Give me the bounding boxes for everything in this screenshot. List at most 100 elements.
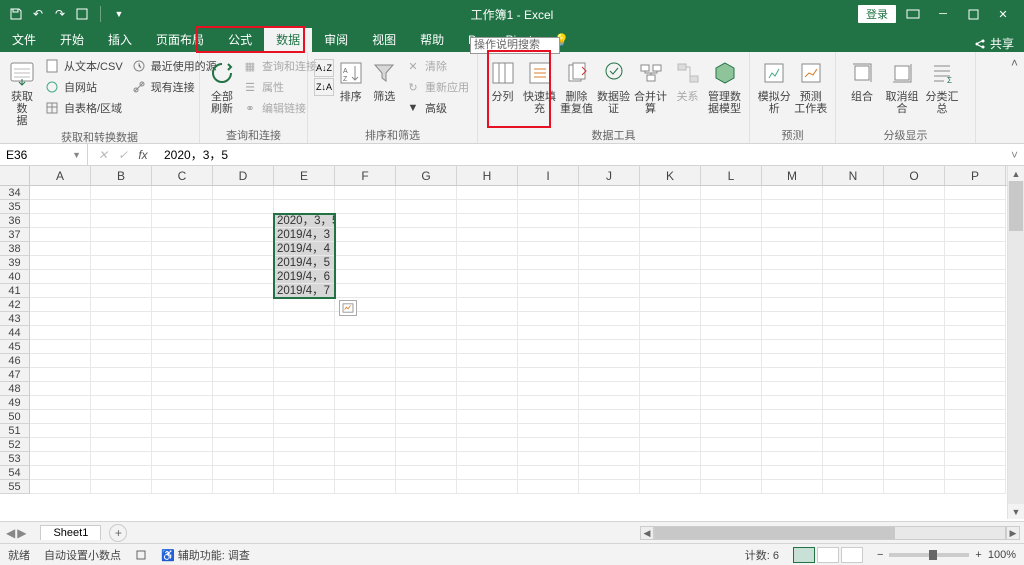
cell[interactable] bbox=[91, 438, 152, 452]
cell[interactable] bbox=[30, 284, 91, 298]
cell[interactable] bbox=[884, 438, 945, 452]
cell[interactable] bbox=[518, 354, 579, 368]
cell[interactable] bbox=[518, 410, 579, 424]
cell[interactable] bbox=[396, 186, 457, 200]
search-overlay[interactable]: 操作说明搜索 bbox=[470, 37, 560, 54]
cell[interactable] bbox=[823, 368, 884, 382]
cell[interactable] bbox=[457, 326, 518, 340]
cell[interactable] bbox=[213, 256, 274, 270]
cell[interactable] bbox=[152, 186, 213, 200]
cell[interactable] bbox=[518, 270, 579, 284]
cell[interactable] bbox=[274, 200, 335, 214]
cell[interactable] bbox=[457, 424, 518, 438]
cell[interactable] bbox=[91, 186, 152, 200]
cell-E36[interactable]: 2020，3，5 bbox=[274, 214, 335, 228]
cell[interactable] bbox=[762, 466, 823, 480]
cell[interactable] bbox=[335, 382, 396, 396]
data-validation-button[interactable]: 数据验 证 bbox=[595, 55, 632, 115]
cell[interactable] bbox=[152, 466, 213, 480]
cell[interactable] bbox=[152, 452, 213, 466]
record-macro-icon[interactable] bbox=[135, 549, 147, 561]
cell[interactable] bbox=[91, 284, 152, 298]
cell[interactable] bbox=[213, 270, 274, 284]
cell[interactable] bbox=[30, 466, 91, 480]
column-header[interactable]: J bbox=[579, 166, 640, 185]
cell[interactable] bbox=[152, 354, 213, 368]
cell-E37[interactable]: 2019/4，3 bbox=[274, 228, 335, 242]
cell[interactable] bbox=[152, 480, 213, 494]
cell[interactable] bbox=[457, 368, 518, 382]
cell[interactable] bbox=[884, 452, 945, 466]
cell[interactable] bbox=[762, 438, 823, 452]
cell[interactable] bbox=[701, 410, 762, 424]
cell[interactable] bbox=[274, 452, 335, 466]
cell[interactable] bbox=[823, 200, 884, 214]
scroll-right-icon[interactable]: ▶ bbox=[1006, 526, 1020, 540]
row-header[interactable]: 43 bbox=[0, 312, 30, 326]
cell[interactable] bbox=[884, 200, 945, 214]
cell[interactable] bbox=[701, 228, 762, 242]
cell[interactable] bbox=[457, 284, 518, 298]
cell[interactable] bbox=[579, 466, 640, 480]
cell[interactable] bbox=[762, 396, 823, 410]
cell[interactable] bbox=[457, 214, 518, 228]
cell[interactable] bbox=[335, 466, 396, 480]
from-web-button[interactable]: 自网站 bbox=[42, 78, 125, 96]
cell[interactable] bbox=[30, 480, 91, 494]
cell[interactable] bbox=[152, 270, 213, 284]
cell[interactable] bbox=[457, 270, 518, 284]
cell[interactable] bbox=[579, 452, 640, 466]
column-header[interactable]: C bbox=[152, 166, 213, 185]
cell[interactable] bbox=[762, 424, 823, 438]
cell[interactable] bbox=[396, 480, 457, 494]
cell[interactable] bbox=[274, 186, 335, 200]
cell[interactable] bbox=[518, 228, 579, 242]
cell[interactable] bbox=[396, 312, 457, 326]
cell[interactable] bbox=[640, 312, 701, 326]
get-data-button[interactable]: 获取数 据 bbox=[6, 55, 38, 127]
cell[interactable] bbox=[518, 284, 579, 298]
row-header[interactable]: 38 bbox=[0, 242, 30, 256]
cell[interactable] bbox=[518, 312, 579, 326]
cell[interactable] bbox=[274, 382, 335, 396]
cell[interactable] bbox=[396, 466, 457, 480]
cell[interactable] bbox=[762, 242, 823, 256]
cell[interactable] bbox=[823, 382, 884, 396]
subtotal-button[interactable]: Σ分类汇总 bbox=[922, 55, 962, 115]
cell[interactable] bbox=[945, 354, 1006, 368]
cell[interactable] bbox=[823, 186, 884, 200]
cell[interactable] bbox=[335, 284, 396, 298]
cell[interactable] bbox=[884, 186, 945, 200]
text-to-columns-button[interactable]: 分列 bbox=[484, 55, 521, 103]
cell[interactable] bbox=[823, 340, 884, 354]
cell[interactable] bbox=[335, 354, 396, 368]
cell[interactable] bbox=[823, 354, 884, 368]
cell[interactable] bbox=[701, 354, 762, 368]
cell[interactable] bbox=[457, 438, 518, 452]
cell[interactable] bbox=[457, 340, 518, 354]
from-text-csv-button[interactable]: 从文本/CSV bbox=[42, 57, 125, 75]
cell[interactable] bbox=[823, 452, 884, 466]
tab-review[interactable]: 审阅 bbox=[312, 28, 360, 52]
minimize-icon[interactable]: ─ bbox=[930, 3, 956, 25]
cell[interactable] bbox=[30, 424, 91, 438]
cell[interactable] bbox=[91, 340, 152, 354]
ungroup-button[interactable]: 取消组合 bbox=[882, 55, 922, 115]
qat-customize-icon[interactable]: ▼ bbox=[111, 6, 127, 22]
cell-E38[interactable]: 2019/4，4 bbox=[274, 242, 335, 256]
cell[interactable] bbox=[91, 298, 152, 312]
redo-icon[interactable]: ↷ bbox=[52, 6, 68, 22]
cell[interactable] bbox=[701, 340, 762, 354]
column-header[interactable]: P bbox=[945, 166, 1006, 185]
cell[interactable] bbox=[274, 410, 335, 424]
chevron-down-icon[interactable]: ▼ bbox=[72, 150, 81, 160]
cell[interactable] bbox=[274, 466, 335, 480]
what-if-button[interactable]: 模拟分析 bbox=[756, 55, 793, 115]
enter-formula-icon[interactable]: ✓ bbox=[116, 148, 130, 162]
row-header[interactable]: 48 bbox=[0, 382, 30, 396]
cell[interactable] bbox=[91, 368, 152, 382]
row-header[interactable]: 54 bbox=[0, 466, 30, 480]
cell[interactable] bbox=[640, 200, 701, 214]
cell[interactable] bbox=[396, 298, 457, 312]
cell[interactable] bbox=[396, 200, 457, 214]
